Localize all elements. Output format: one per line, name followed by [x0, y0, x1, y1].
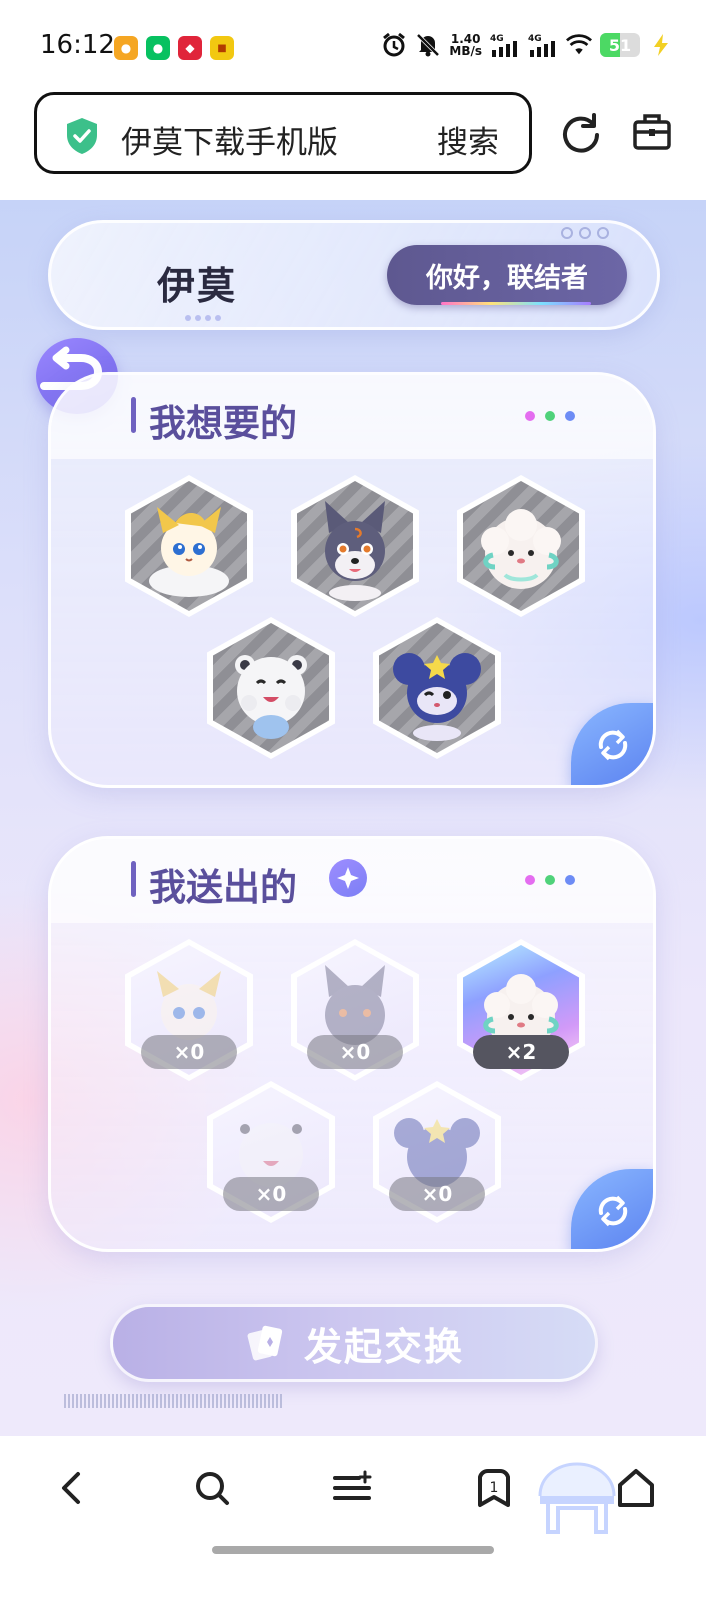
give-pet-2[interactable]: ×0: [291, 939, 419, 1081]
logo-dots: [185, 315, 221, 321]
give-pet-5[interactable]: ×0: [373, 1081, 501, 1223]
tabs-nav-button[interactable]: 1: [470, 1464, 518, 1512]
home-indicator[interactable]: [212, 1546, 494, 1554]
address-bar[interactable]: 伊莫下载手机版 搜索: [34, 92, 532, 174]
web-content: 伊莫 你好，联结者 我想要的 我送出的 ×0 ×0 ×2 ×0 ×0 发起交换: [0, 200, 706, 1436]
wechat-icon: ●: [146, 36, 170, 60]
want-pet-3[interactable]: [457, 475, 585, 617]
app-icon: ◆: [178, 36, 202, 60]
menu-nav-button[interactable]: [328, 1464, 376, 1512]
footer-barcode: [64, 1394, 284, 1408]
give-count: ×0: [223, 1177, 319, 1211]
browser-toolbar: 伊莫下载手机版 搜索: [0, 88, 720, 200]
give-panel-header: 我送出的: [51, 839, 653, 923]
status-indicators: 1.40 MB/s 4G 4G 51: [381, 32, 674, 58]
wifi-icon: [566, 32, 592, 58]
greeting-button[interactable]: 你好，联结者: [387, 245, 627, 305]
want-panel: 我想要的: [48, 372, 656, 788]
want-panel-header: 我想要的: [51, 375, 653, 459]
give-count: ×0: [307, 1035, 403, 1069]
svg-text:1: 1: [490, 1480, 499, 1496]
want-pet-2[interactable]: [291, 475, 419, 617]
want-pet-4[interactable]: [207, 617, 335, 759]
home-icon: [618, 1469, 654, 1507]
address-text: 伊莫下载手机版: [121, 125, 338, 161]
give-pet-4[interactable]: ×0: [207, 1081, 335, 1223]
browser-bottom-nav: 1: [0, 1436, 720, 1600]
back-nav-button[interactable]: [48, 1464, 96, 1512]
give-count: ×0: [389, 1177, 485, 1211]
refresh-icon: [598, 729, 628, 761]
net-speed: 1.40 MB/s: [449, 32, 482, 58]
give-panel: 我送出的 ×0 ×0 ×2 ×0 ×0: [48, 836, 656, 1252]
wolf-pet-icon: [325, 501, 385, 601]
charging-icon: [648, 32, 674, 58]
signal-2-icon: 4G: [528, 32, 558, 58]
toolbox-icon[interactable]: [632, 112, 672, 152]
refresh-icon: [598, 1195, 628, 1227]
greeting-underline: [441, 302, 591, 305]
want-pet-1[interactable]: [125, 475, 253, 617]
search-icon: [196, 1472, 229, 1505]
header-dots: [525, 411, 575, 421]
mascot-icon: [538, 1462, 616, 1534]
search-button[interactable]: 搜索: [437, 117, 499, 162]
header-dots: [525, 875, 575, 885]
sheep-pet-icon: [481, 509, 561, 589]
refresh-want-button[interactable]: [571, 703, 653, 785]
tabs-icon: 1: [478, 1469, 510, 1507]
give-pet-1[interactable]: ×0: [125, 939, 253, 1081]
mute-icon: [415, 32, 441, 58]
give-pet-3[interactable]: ×2: [457, 939, 585, 1081]
svg-text:4G: 4G: [528, 34, 542, 44]
alarm-icon: [381, 32, 407, 58]
fox-pet-icon: [149, 507, 229, 597]
logo: 伊莫: [157, 263, 238, 308]
header-decor-icons: [561, 227, 609, 239]
battery-indicator: 51: [600, 33, 640, 57]
sparkle-icon[interactable]: [329, 859, 367, 897]
menu-icon: [333, 1470, 372, 1500]
give-panel-title: 我送出的: [149, 866, 297, 909]
back-icon: [62, 1472, 80, 1504]
signal-1-icon: 4G: [490, 32, 520, 58]
weibo-icon: ●: [114, 36, 138, 60]
give-count: ×2: [473, 1035, 569, 1069]
svg-text:4G: 4G: [490, 34, 504, 44]
header-card: 伊莫 你好，联结者: [48, 220, 660, 330]
bank-icon: ■: [210, 36, 234, 60]
title-accent-bar: [131, 397, 136, 433]
give-count: ×0: [141, 1035, 237, 1069]
start-exchange-button[interactable]: 发起交换: [110, 1304, 598, 1382]
cards-icon: [247, 1325, 283, 1361]
title-accent-bar: [131, 861, 136, 897]
reload-icon[interactable]: [560, 112, 602, 154]
search-nav-button[interactable]: [188, 1464, 236, 1512]
bear-pet-icon: [235, 655, 307, 739]
refresh-give-button[interactable]: [571, 1169, 653, 1249]
want-panel-title: 我想要的: [149, 402, 297, 445]
start-exchange-label: 发起交换: [303, 1324, 464, 1369]
status-time: 16:12: [40, 30, 115, 60]
mouse-pet-icon: [393, 653, 481, 741]
status-bar: 16:12 ● ● ◆ ■ 1.40 MB/s 4G 4G 51: [0, 0, 720, 92]
shield-icon: [67, 118, 97, 154]
notification-icons: ● ● ◆ ■: [114, 36, 234, 60]
home-nav-button[interactable]: [612, 1464, 660, 1512]
want-pet-5[interactable]: [373, 617, 501, 759]
